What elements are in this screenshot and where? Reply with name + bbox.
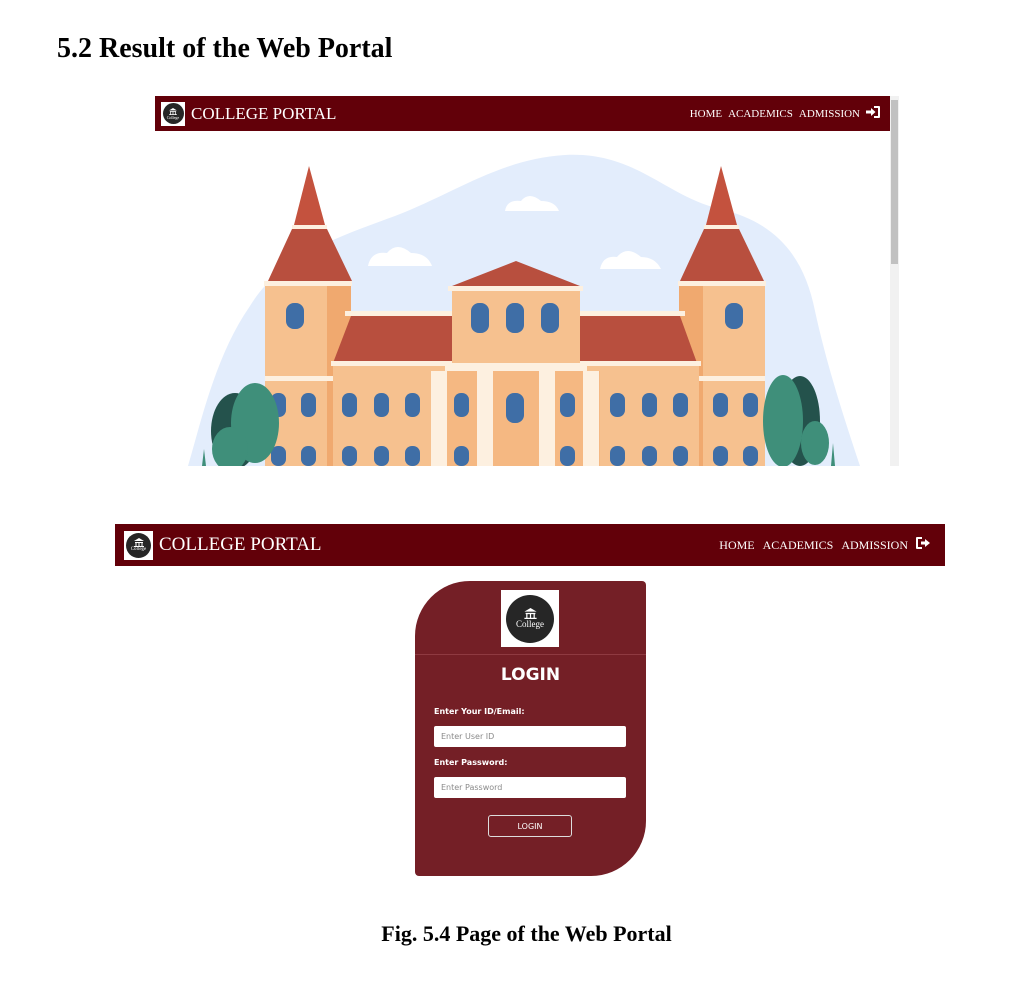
brand-title[interactable]: COLLEGE PORTAL xyxy=(159,534,322,556)
scrollbar-thumb[interactable] xyxy=(891,100,898,264)
login-title: LOGIN xyxy=(500,665,561,685)
logo-caption: College xyxy=(166,114,180,120)
university-building-icon: College xyxy=(162,103,184,124)
brand-logo[interactable]: College xyxy=(161,101,185,126)
user-id-label: Enter Your ID/Email: xyxy=(434,707,525,716)
navbar: College COLLEGE PORTAL HOME ACADEMICS AD… xyxy=(155,96,890,131)
nav-links: HOME ACADEMICS ADMISSION xyxy=(719,537,945,553)
logo-caption: College xyxy=(130,547,147,552)
divider xyxy=(415,654,646,655)
login-button[interactable]: LOGIN xyxy=(488,815,572,837)
sign-out-icon[interactable] xyxy=(916,537,931,553)
brand-logo[interactable]: College xyxy=(124,530,153,560)
university-building-icon: College xyxy=(506,594,554,643)
login-card: College LOGIN Enter Your ID/Email: Enter… xyxy=(415,581,646,876)
nav-link-home[interactable]: HOME xyxy=(690,108,722,120)
college-logo: College xyxy=(501,590,559,647)
brand-title[interactable]: COLLEGE PORTAL xyxy=(191,104,336,124)
university-building-icon: College xyxy=(126,532,151,558)
nav-link-admission[interactable]: ADMISSION xyxy=(799,108,860,120)
nav-link-academics[interactable]: ACADEMICS xyxy=(728,108,793,120)
logo-caption: College xyxy=(516,619,544,629)
user-id-input[interactable] xyxy=(434,726,626,747)
password-input[interactable] xyxy=(434,777,626,798)
scrollbar[interactable] xyxy=(890,96,899,466)
section-heading: 5.2 Result of the Web Portal xyxy=(57,33,393,64)
navbar-login-page: College COLLEGE PORTAL HOME ACADEMICS AD… xyxy=(115,524,945,566)
sign-in-icon[interactable] xyxy=(866,106,880,121)
password-label: Enter Password: xyxy=(434,758,508,767)
nav-links: HOME ACADEMICS ADMISSION xyxy=(690,106,890,121)
nav-link-academics[interactable]: ACADEMICS xyxy=(763,538,834,553)
nav-link-admission[interactable]: ADMISSION xyxy=(841,538,908,553)
homepage-screenshot: College COLLEGE PORTAL HOME ACADEMICS AD… xyxy=(155,96,899,466)
nav-link-home[interactable]: HOME xyxy=(719,538,754,553)
college-building-illustration xyxy=(188,154,860,466)
figure-caption: Fig. 5.4 Page of the Web Portal xyxy=(381,921,672,946)
